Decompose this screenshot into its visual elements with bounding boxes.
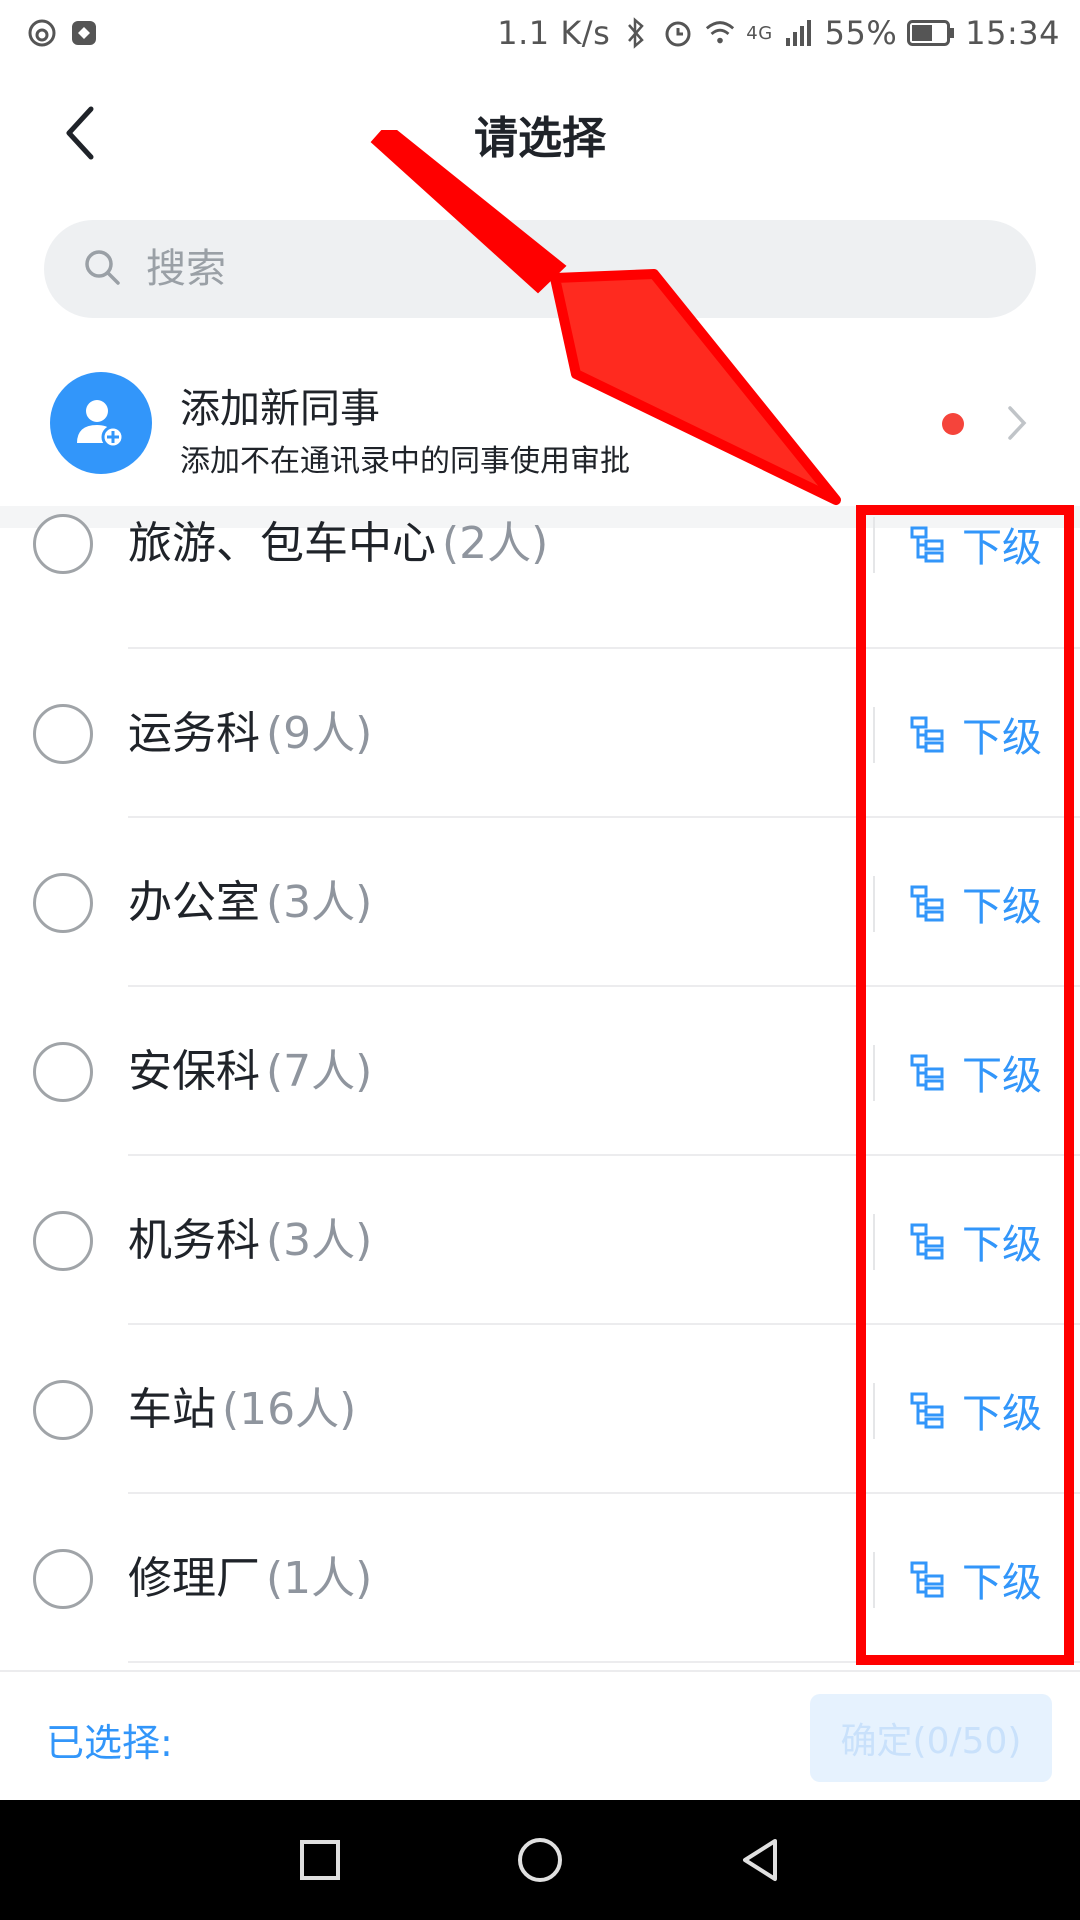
recent-apps-button[interactable]: [285, 1825, 355, 1895]
sub-level-button[interactable]: 下级: [908, 1037, 1042, 1107]
select-radio[interactable]: [33, 1380, 93, 1440]
system-nav-bar: [0, 1800, 1080, 1920]
sub-level-label: 下级: [962, 525, 1042, 571]
sub-level-label: 下级: [962, 715, 1042, 761]
sub-level-button[interactable]: 下级: [908, 1206, 1042, 1276]
select-radio[interactable]: [33, 1549, 93, 1609]
status-right: 1.1 K/s 4G 55% 15:34: [497, 14, 1060, 52]
battery-icon: [907, 17, 955, 49]
status-bar: 1.1 K/s 4G 55% 15:34: [0, 0, 1080, 66]
member-count: (3人): [266, 877, 373, 928]
separator: [873, 517, 875, 573]
member-count: (16人): [222, 1384, 357, 1435]
department-row[interactable]: 修理厂 (1人) 下级: [0, 1494, 1080, 1663]
org-tree-icon: [910, 1392, 944, 1429]
alarm-icon: [662, 17, 694, 49]
add-colleague-avatar: [50, 372, 152, 474]
department-name: 机务科 (3人): [128, 1215, 373, 1266]
sub-level-label: 下级: [962, 884, 1042, 930]
square-icon: [300, 1840, 340, 1880]
battery-percent: 55%: [824, 14, 898, 52]
clock: 15:34: [965, 14, 1060, 52]
separator: [873, 1214, 875, 1270]
circle-icon: [518, 1838, 562, 1882]
sub-level-label: 下级: [962, 1053, 1042, 1099]
search-input[interactable]: [144, 245, 844, 293]
department-row[interactable]: 车站 (16人) 下级: [0, 1325, 1080, 1494]
header: 请选择: [0, 66, 1080, 206]
member-count: (2人): [442, 518, 549, 569]
department-row[interactable]: 安保科 (7人) 下级: [0, 987, 1080, 1156]
search-bar[interactable]: [44, 220, 1036, 318]
add-colleague-title: 添加新同事: [180, 386, 380, 432]
bottom-bar: 已选择: 确定(0/50): [0, 1670, 1080, 1800]
confirm-button[interactable]: 确定(0/50): [810, 1694, 1052, 1782]
select-radio[interactable]: [33, 873, 93, 933]
department-list: 旅游、包车中心 (2人) 下级 运务科 (9人) 下级 办公室 (3人) 下级 安保科…: [0, 480, 1080, 1663]
notification-dot: [942, 413, 964, 435]
separator: [873, 707, 875, 763]
sub-level-button[interactable]: 下级: [908, 868, 1042, 938]
separator: [873, 1383, 875, 1439]
department-row[interactable]: 运务科 (9人) 下级: [0, 649, 1080, 818]
department-row[interactable]: 办公室 (3人) 下级: [0, 818, 1080, 987]
system-back-button[interactable]: [725, 1825, 795, 1895]
separator: [873, 1552, 875, 1608]
org-tree-icon: [910, 1054, 944, 1091]
wifi-icon: [704, 17, 736, 49]
select-radio[interactable]: [33, 514, 93, 574]
department-name: 安保科 (7人): [128, 1046, 373, 1097]
sub-level-button[interactable]: 下级: [908, 509, 1042, 579]
select-radio[interactable]: [33, 1042, 93, 1102]
org-tree-icon: [910, 885, 944, 922]
separator: [873, 1045, 875, 1101]
sub-level-label: 下级: [962, 1560, 1042, 1606]
select-radio[interactable]: [33, 704, 93, 764]
department-name: 车站 (16人): [128, 1384, 357, 1435]
sub-level-button[interactable]: 下级: [908, 1544, 1042, 1614]
member-count: (9人): [266, 708, 373, 759]
signal-icon: [783, 17, 815, 49]
search-icon: [82, 247, 122, 291]
select-radio[interactable]: [33, 1211, 93, 1271]
department-name: 办公室 (3人): [128, 877, 373, 928]
sub-level-label: 下级: [962, 1391, 1042, 1437]
add-user-icon: [77, 400, 125, 449]
triangle-back-icon: [743, 1839, 777, 1881]
department-name: 旅游、包车中心 (2人): [128, 518, 549, 569]
bluetooth-icon: [620, 17, 652, 49]
network-type: 4G: [746, 22, 773, 44]
sub-level-button[interactable]: 下级: [908, 699, 1042, 769]
add-colleague-row[interactable]: 添加新同事 添加不在通讯录中的同事使用审批: [0, 350, 1080, 500]
org-tree-icon: [910, 716, 944, 753]
org-tree-icon: [910, 1561, 944, 1598]
page-title: 请选择: [474, 113, 606, 164]
member-count: (1人): [266, 1553, 373, 1604]
org-tree-icon: [910, 1223, 944, 1260]
app-notification-icon: [68, 17, 100, 49]
network-speed: 1.1 K/s: [497, 14, 611, 52]
weibo-icon: [26, 17, 58, 49]
department-row[interactable]: 机务科 (3人) 下级: [0, 1156, 1080, 1325]
separator: [873, 876, 875, 932]
department-name: 修理厂 (1人): [128, 1553, 373, 1604]
department-name: 运务科 (9人): [128, 708, 373, 759]
member-count: (3人): [266, 1215, 373, 1266]
sub-level-button[interactable]: 下级: [908, 1375, 1042, 1445]
department-row[interactable]: 旅游、包车中心 (2人) 下级: [0, 480, 1080, 649]
status-left: [26, 17, 100, 49]
selected-label: 已选择:: [46, 1721, 173, 1765]
member-count: (7人): [266, 1046, 373, 1097]
add-colleague-subtitle: 添加不在通讯录中的同事使用审批: [180, 444, 630, 479]
row-divider: [128, 1661, 1080, 1663]
org-tree-icon: [910, 526, 944, 563]
sub-level-label: 下级: [962, 1222, 1042, 1268]
home-button[interactable]: [505, 1825, 575, 1895]
chevron-right-icon: [1008, 406, 1027, 440]
